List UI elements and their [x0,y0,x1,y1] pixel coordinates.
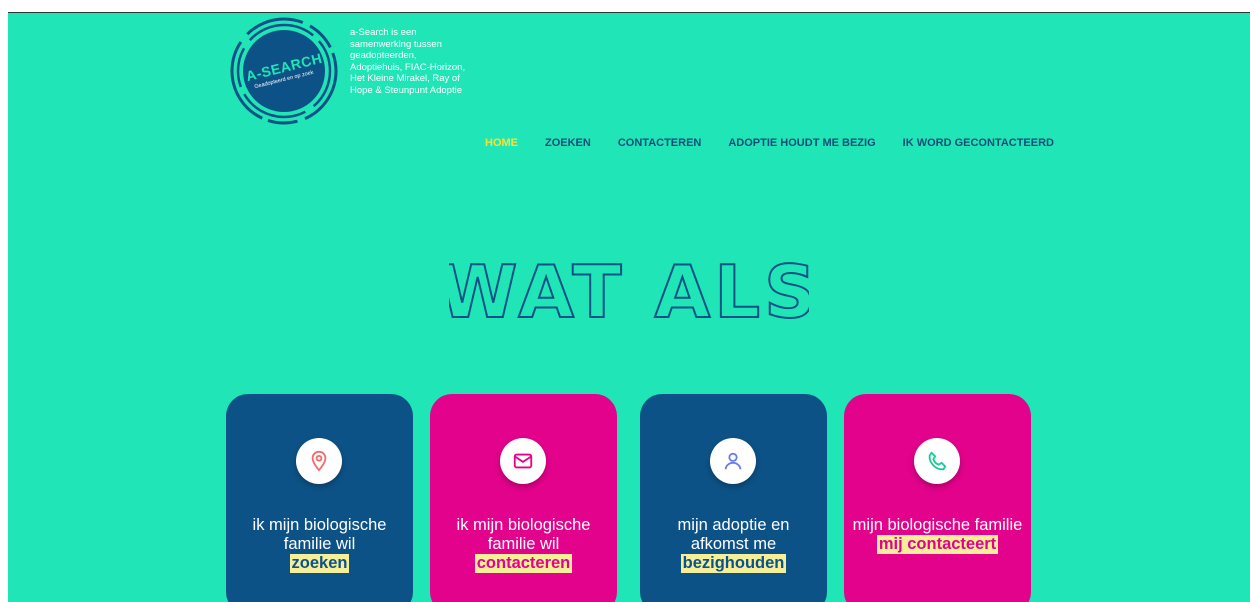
card-text: ik mijn biologische familie wil contacte… [438,516,609,573]
card-description: mijn adoptie en afkomst me [677,516,790,553]
card-icon-circle [500,438,546,484]
card-contacteren[interactable]: ik mijn biologische familie wil contacte… [430,394,617,602]
card-highlight: bezighouden [680,554,787,573]
nav-item-home[interactable]: HOME [485,137,518,149]
site-logo[interactable]: A-SEARCH Geadopteerd en op zoek [230,17,338,125]
nav-item-zoeken[interactable]: ZOEKEN [545,137,591,149]
card-highlight: zoeken [289,554,350,573]
site-tagline: a-Search is een samenwerking tussen gead… [350,27,466,96]
nav-item-contacteren[interactable]: CONTACTEREN [618,137,702,149]
card-icon-circle [914,438,960,484]
main-navigation: HOME ZOEKEN CONTACTEREN ADOPTIE HOUDT ME… [485,137,1081,149]
location-pin-icon [311,450,327,472]
card-icon-circle [710,438,756,484]
card-bezighouden[interactable]: mijn adoptie en afkomst me bezighouden [640,394,827,602]
card-text: mijn biologische familie mij contacteert [852,516,1023,554]
user-icon [724,452,742,470]
card-text: ik mijn biologische familie wil zoeken [234,516,405,573]
card-mij-contacteert[interactable]: mijn biologische familie mij contacteert [844,394,1031,602]
card-text: mijn adoptie en afkomst me bezighouden [648,516,819,573]
card-description: mijn biologische familie [852,516,1023,534]
phone-icon [928,451,947,471]
card-description: ik mijn biologische familie wil [456,516,591,553]
page-background: A-SEARCH Geadopteerd en op zoek a-Search… [8,12,1250,602]
card-description: ik mijn biologische familie wil [252,516,387,553]
card-highlight: contacteren [474,554,573,573]
card-icon-circle [296,438,342,484]
mail-icon [513,453,533,469]
nav-item-adoptie-houdt-me-bezig[interactable]: ADOPTIE HOUDT ME BEZIG [728,137,875,149]
headline-text: WAT ALS [449,251,809,331]
nav-item-ik-word-gecontacteerd[interactable]: IK WORD GECONTACTEERD [903,137,1054,149]
card-zoeken[interactable]: ik mijn biologische familie wil zoeken [226,394,413,602]
headline-lettering: WAT ALS [449,251,809,331]
page-headline: WAT ALS [8,251,1250,336]
card-highlight: mij contacteert [876,535,999,554]
